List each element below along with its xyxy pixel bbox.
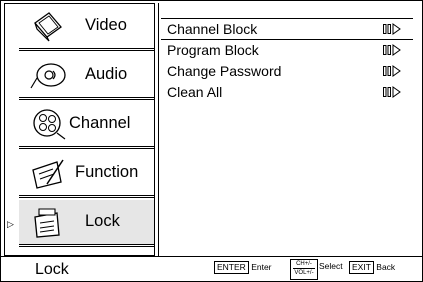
ch-vol-key-badge: CH+/- VOL+/- xyxy=(290,259,318,280)
option-row-channel-block[interactable]: Channel Block xyxy=(161,18,413,40)
option-label: Change Password xyxy=(167,63,282,79)
ch-key-label: CH+/- xyxy=(296,261,312,267)
sidebar-item-lock[interactable]: ▷ Lock xyxy=(5,200,154,247)
speaker-icon xyxy=(30,63,66,89)
option-row-clean-all[interactable]: Clean All xyxy=(161,82,413,103)
sidebar-item-label: Audio xyxy=(85,65,128,83)
divider xyxy=(19,97,154,100)
enter-hint-text: Enter xyxy=(251,262,272,272)
osd-window: Video Audio Channel Function ▷ Lock Chan… xyxy=(0,0,423,282)
exit-hint-text: Back xyxy=(376,262,396,272)
enter-arrow-icon xyxy=(383,86,401,98)
option-row-change-password[interactable]: Change Password xyxy=(161,61,413,82)
sidebar-item-channel[interactable]: Channel xyxy=(5,102,154,149)
option-label: Channel Block xyxy=(167,21,258,37)
function-icon xyxy=(32,159,64,189)
sidebar-item-video[interactable]: Video xyxy=(5,4,154,51)
option-label: Program Block xyxy=(167,42,259,58)
option-label: Clean All xyxy=(167,84,223,100)
selection-pointer-icon: ▷ xyxy=(7,219,14,229)
tv-icon xyxy=(34,12,62,42)
sidebar-menu: Video Audio Channel Function ▷ Lock xyxy=(4,3,155,256)
enter-key-badge: ENTER xyxy=(214,261,249,274)
option-row-program-block[interactable]: Program Block xyxy=(161,40,413,61)
divider xyxy=(19,48,154,51)
panel-divider xyxy=(158,3,159,256)
lock-options-list: Channel Block Program Block Change Passw… xyxy=(161,18,413,103)
sidebar-item-label: Lock xyxy=(85,212,120,230)
enter-arrow-icon xyxy=(383,23,401,35)
exit-hint: EXIT Back xyxy=(349,261,395,274)
divider xyxy=(19,146,154,149)
sidebar-item-function[interactable]: Function xyxy=(5,151,154,198)
enter-arrow-icon xyxy=(383,65,401,77)
vol-key-label: VOL+/- xyxy=(293,268,315,276)
enter-arrow-icon xyxy=(383,44,401,56)
footer-divider xyxy=(1,256,423,257)
footer-title: Lock xyxy=(35,261,69,278)
lock-doc-icon xyxy=(34,208,60,238)
exit-key-badge: EXIT xyxy=(349,261,374,274)
divider xyxy=(19,195,154,198)
enter-hint: ENTER Enter xyxy=(214,261,272,274)
divider xyxy=(19,244,154,247)
sidebar-item-audio[interactable]: Audio xyxy=(5,53,154,100)
sidebar-item-label: Video xyxy=(85,16,127,34)
select-hint-text: Select xyxy=(319,261,343,271)
sidebar-item-label: Function xyxy=(75,163,139,181)
sidebar-item-label: Channel xyxy=(69,114,131,132)
channel-dial-icon xyxy=(33,109,66,140)
